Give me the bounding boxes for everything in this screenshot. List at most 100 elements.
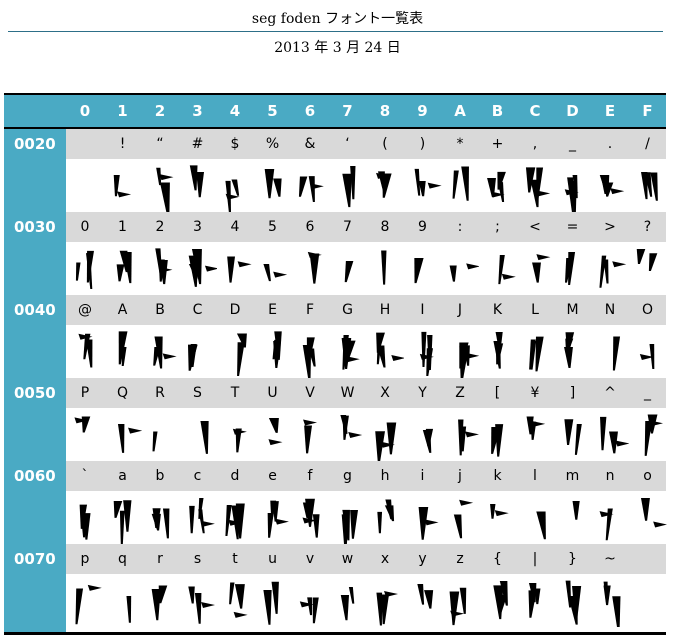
glyph-sample bbox=[216, 491, 254, 544]
glyph-sample bbox=[104, 325, 142, 378]
glyph-sample bbox=[441, 574, 479, 627]
glyph-sample bbox=[479, 159, 517, 212]
glyph-sample bbox=[104, 491, 142, 544]
char-cell: z bbox=[456, 551, 464, 567]
column-header-b: B bbox=[491, 102, 504, 120]
row-label-0020: 0020 bbox=[14, 135, 56, 153]
char-cell: a bbox=[118, 468, 127, 484]
glyph-sample bbox=[366, 491, 404, 544]
row-label-0050: 0050 bbox=[14, 384, 56, 402]
glyph-sample bbox=[366, 242, 404, 295]
column-header-2: 2 bbox=[154, 102, 166, 120]
char-cell: y bbox=[418, 551, 427, 567]
char-cell: O bbox=[641, 302, 654, 318]
char-cell: E bbox=[268, 302, 277, 318]
char-cell: ¥ bbox=[530, 385, 540, 401]
char-cell: U bbox=[267, 385, 278, 401]
glyph-sample bbox=[104, 159, 142, 212]
column-header-row: 0 1 2 3 4 5 6 7 8 9 A B C D E F bbox=[4, 95, 666, 127]
char-cell: W bbox=[340, 385, 355, 401]
column-header-0: 0 bbox=[79, 102, 91, 120]
glyph-sample bbox=[329, 491, 367, 544]
glyph-sample bbox=[404, 159, 442, 212]
char-cell: G bbox=[342, 302, 353, 318]
glyph-sample bbox=[329, 242, 367, 295]
char-cell: u bbox=[268, 551, 277, 567]
glyph-sample bbox=[216, 325, 254, 378]
char-cell: ( bbox=[382, 136, 388, 152]
char-cell: P bbox=[80, 385, 90, 401]
char-cell: ! bbox=[119, 136, 126, 152]
glyph-sample bbox=[404, 325, 442, 378]
column-header-7: 7 bbox=[342, 102, 353, 120]
glyph-sample bbox=[516, 159, 554, 212]
char-cell: A bbox=[117, 302, 128, 318]
glyph-sample bbox=[404, 491, 442, 544]
char-cell: R bbox=[155, 385, 165, 401]
glyph-sample bbox=[329, 574, 367, 627]
glyph-sample bbox=[591, 491, 629, 544]
glyph-sample bbox=[441, 242, 479, 295]
glyph-sample bbox=[141, 491, 179, 544]
glyph-sample bbox=[329, 159, 367, 212]
glyph-sample bbox=[104, 574, 142, 627]
glyph-sample bbox=[179, 574, 217, 627]
column-header-8: 8 bbox=[379, 102, 391, 120]
char-cell: $ bbox=[230, 136, 240, 152]
char-cell: ) bbox=[419, 136, 426, 152]
column-header-3: 3 bbox=[192, 102, 203, 120]
glyph-sample bbox=[66, 408, 104, 461]
glyph-sample bbox=[179, 325, 217, 378]
glyph-sample bbox=[216, 574, 254, 627]
char-cell: Q bbox=[116, 385, 129, 401]
glyph-sample bbox=[254, 325, 292, 378]
page-title: seg foden フォント一覧表 bbox=[251, 11, 424, 27]
char-cell: m bbox=[565, 468, 580, 484]
char-cell: k bbox=[493, 468, 502, 484]
title-divider bbox=[8, 31, 663, 32]
char-cell: / bbox=[645, 136, 650, 152]
column-header-9: 9 bbox=[417, 102, 428, 120]
glyph-sample bbox=[179, 242, 217, 295]
glyph-sample bbox=[329, 408, 367, 461]
char-cell: ^ bbox=[604, 385, 616, 401]
glyph-sample bbox=[254, 159, 292, 212]
glyph-sample bbox=[479, 574, 517, 627]
char-cell: D bbox=[229, 302, 241, 318]
char-cell: T bbox=[230, 385, 240, 401]
glyph-sample bbox=[629, 491, 667, 544]
glyph-sample bbox=[254, 408, 292, 461]
char-cell: l bbox=[533, 468, 537, 484]
char-cell: L bbox=[531, 302, 539, 318]
glyph-sample bbox=[216, 408, 254, 461]
char-cell: q bbox=[118, 551, 127, 567]
glyph-sample bbox=[291, 159, 329, 212]
column-header-e: E bbox=[604, 102, 616, 120]
char-cell bbox=[629, 544, 667, 574]
char-cell: X bbox=[380, 385, 390, 401]
char-cell: & bbox=[304, 136, 316, 152]
glyph-sample bbox=[291, 574, 329, 627]
char-cell: d bbox=[230, 468, 240, 484]
glyph-sample bbox=[404, 242, 442, 295]
glyph-sample bbox=[291, 408, 329, 461]
char-cell: # bbox=[191, 136, 204, 152]
char-cell: C bbox=[192, 302, 203, 318]
char-cell: v bbox=[305, 551, 315, 567]
glyph-sample bbox=[554, 325, 592, 378]
char-cell: * bbox=[456, 136, 464, 152]
glyph-sample bbox=[254, 242, 292, 295]
glyph-sample bbox=[366, 325, 404, 378]
glyph-sample bbox=[141, 574, 179, 627]
char-cell: s bbox=[193, 551, 202, 567]
column-header-4: 4 bbox=[229, 102, 241, 120]
glyph-sample bbox=[291, 491, 329, 544]
char-cell: 2 bbox=[155, 219, 165, 235]
char-cell: _ bbox=[569, 136, 576, 152]
char-cell: : bbox=[457, 219, 463, 235]
glyph-sample bbox=[554, 408, 592, 461]
column-header-c: C bbox=[529, 102, 541, 120]
char-cell: i bbox=[420, 468, 425, 484]
glyph-sample bbox=[441, 491, 479, 544]
glyph-sample bbox=[179, 491, 217, 544]
